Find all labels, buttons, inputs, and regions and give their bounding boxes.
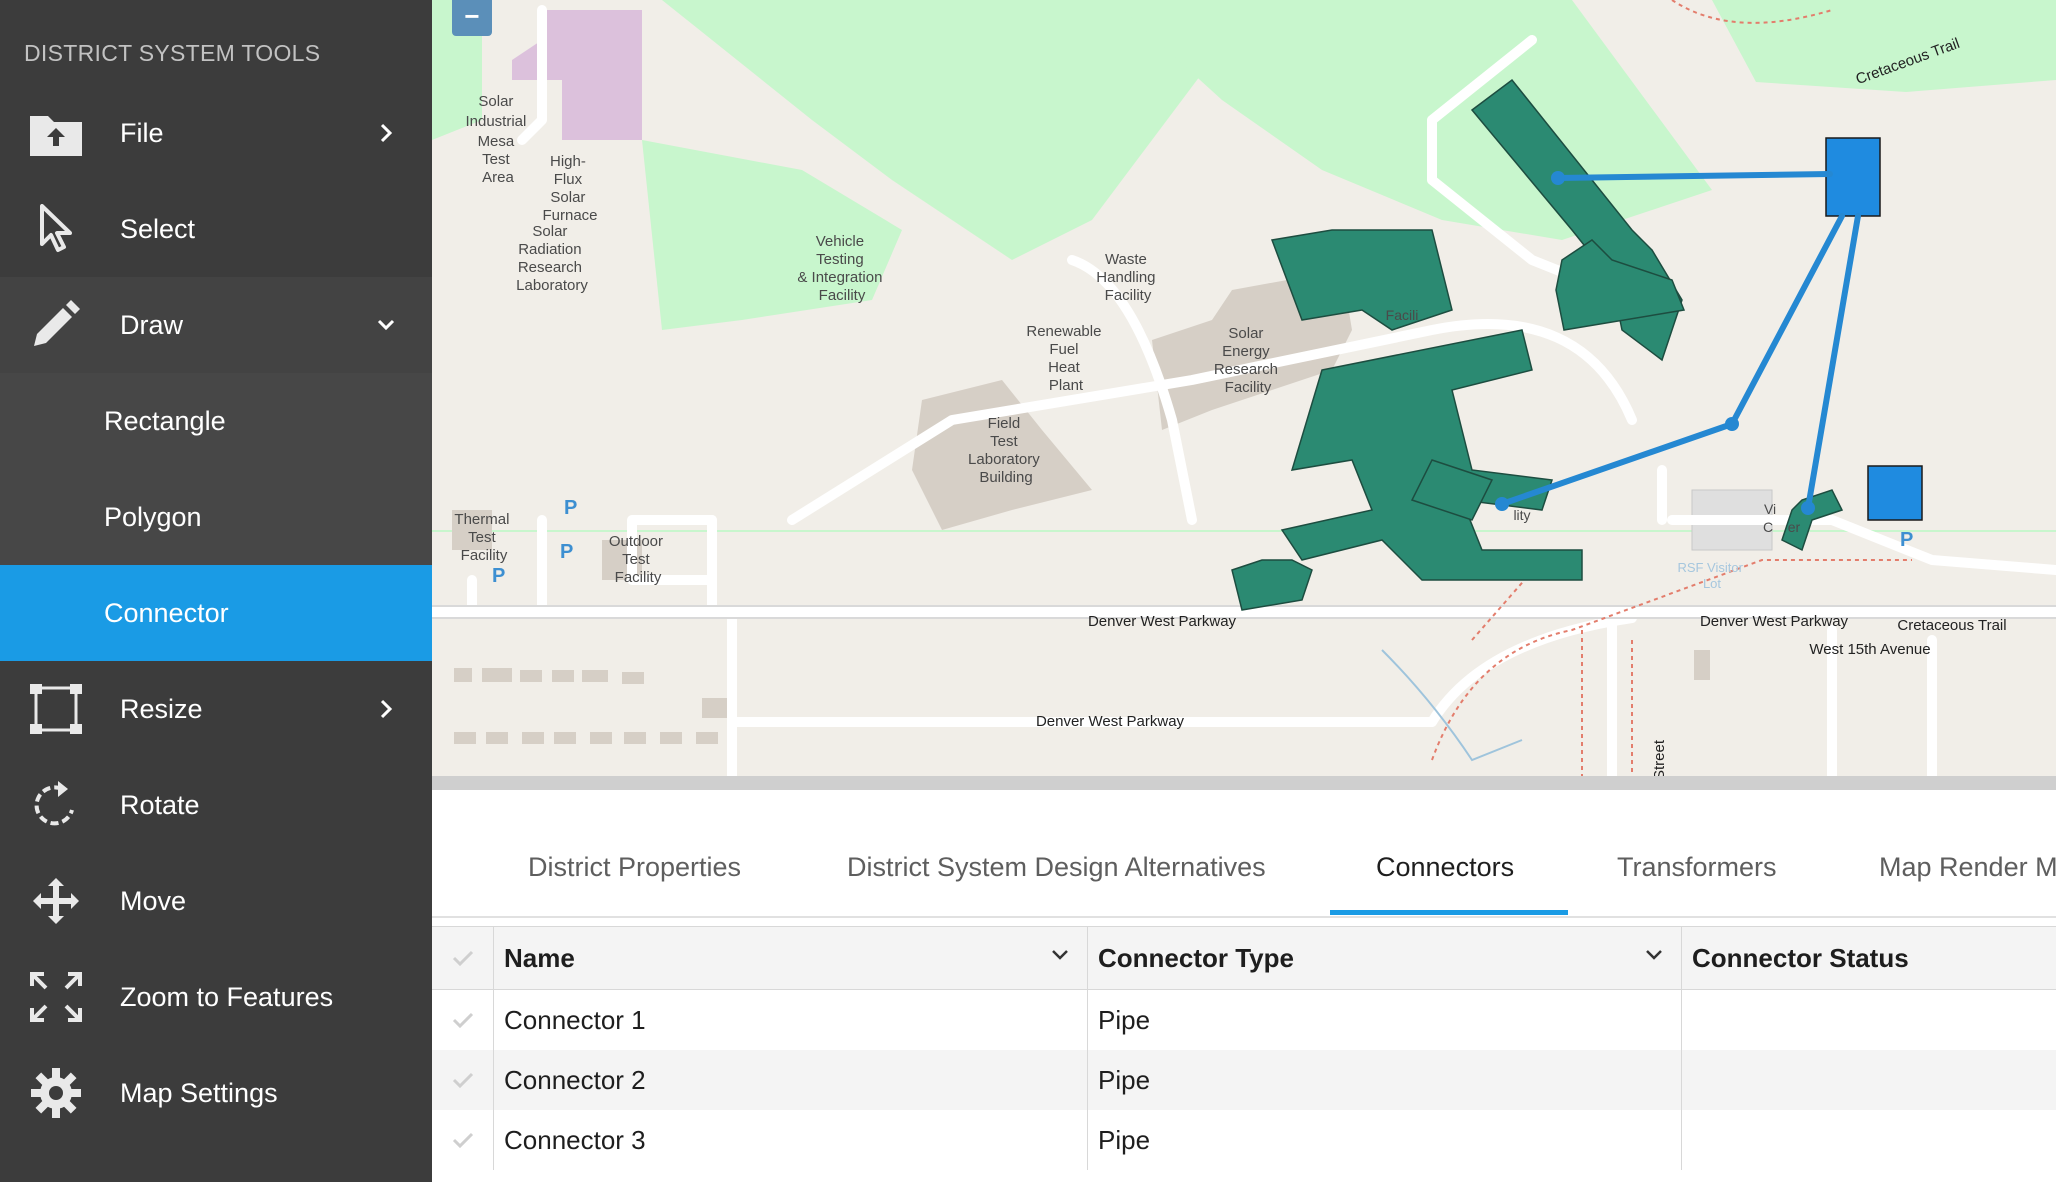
svg-text:P: P [492,565,505,587]
sidebar-item-label: Resize [120,693,203,724]
map-label-renewable: Renewable Fuel Heat Plant [1026,323,1105,394]
map-canvas[interactable]: P P P P Solar Industrial Mesa Test Area … [432,0,2056,776]
zoom-features-icon [30,972,82,1022]
cell-connector-status[interactable] [1682,1110,2056,1170]
map-label-waste: Waste Handling Facility [1096,251,1159,304]
sidebar-item-label: Draw [120,309,184,340]
cell-name[interactable]: Connector 2 [494,1050,1088,1110]
chevron-down-icon[interactable] [1645,949,1663,961]
sidebar-item-draw[interactable]: Draw [0,277,432,373]
stream [1381,649,1523,762]
sidebar-item-label: Rotate [120,789,200,820]
park-area [432,530,2056,532]
table-row[interactable]: Connector 3 Pipe [432,1110,2056,1170]
upload-folder-icon [30,116,82,156]
facility-building [512,10,642,140]
tab-bar: District Properties District System Desi… [432,790,2056,918]
check-icon [452,1132,473,1148]
svg-text:P: P [1900,529,1913,551]
sidebar-item-label: Map Settings [120,1077,278,1108]
sidebar-item-zoom-to-features[interactable]: Zoom to Features [0,949,432,1045]
row-checkbox[interactable] [432,990,494,1050]
sidebar-title: DISTRICT SYSTEM TOOLS [24,40,321,66]
pencil-icon [34,300,80,346]
sidebar-item-connector[interactable]: Connector [0,565,432,661]
cursor-icon [40,204,72,252]
sidebar: DISTRICT SYSTEM TOOLS File Select Draw R… [0,0,432,1182]
sidebar-item-move[interactable]: Move [0,853,432,949]
sidebar-item-map-settings[interactable]: Map Settings [0,1045,432,1141]
map-label-road: West 15th Avenue [1809,641,1930,658]
check-icon [452,1072,473,1088]
sidebar-item-polygon[interactable]: Polygon [0,469,432,565]
map-label-solar-radiation: Solar Radiation Research Laboratory [516,223,588,294]
sidebar-item-label: Zoom to Features [120,981,334,1012]
check-icon [452,950,473,966]
cell-connector-status[interactable] [1682,1050,2056,1110]
chevron-down-icon [377,319,395,331]
cell-name[interactable]: Connector 1 [494,990,1088,1050]
cell-connector-status[interactable] [1682,990,2056,1050]
zoom-out-button[interactable]: − [452,0,492,36]
svg-text:P: P [560,541,573,563]
rotate-icon [34,781,74,826]
map-label-high-flux: High- Flux Solar Furnace [542,153,597,224]
column-header-label: Connector Type [1098,942,1294,973]
row-checkbox[interactable] [432,1050,494,1110]
sidebar-item-label: Move [120,885,187,916]
chevron-right-icon [380,123,393,143]
check-icon [452,1012,473,1028]
sidebar-item-resize[interactable]: Resize [0,661,432,757]
map-label-road: Denver West Parkway [1036,713,1185,730]
map-label-road: Cretaceous Trail [1897,617,2006,634]
table-header-row: Name Connector Type Connector Status [432,926,2056,990]
tab-map-render[interactable]: Map Render M [1879,852,2056,883]
sidebar-item-label: Polygon [104,501,202,532]
column-header-connector-type[interactable]: Connector Type [1088,927,1682,989]
chevron-right-icon [380,699,393,719]
tab-district-properties[interactable]: District Properties [528,852,741,883]
column-header-connector-status[interactable]: Connector Status [1682,927,2056,989]
map-label-rsf-lot: RSF Visitor Lot [1677,560,1746,591]
move-icon [33,878,79,924]
resize-icon [30,684,82,734]
map-view[interactable]: P P P P Solar Industrial Mesa Test Area … [432,0,2056,776]
map-label-road: Street [1651,739,1668,776]
map-label-road: Denver West Parkway [1700,613,1849,630]
sidebar-item-label: Rectangle [104,405,226,436]
map-panel-divider[interactable] [432,776,2056,790]
sidebar-item-select[interactable]: Select [0,181,432,277]
map-label-facility: Facili [1386,307,1419,323]
cell-connector-type[interactable]: Pipe [1088,1110,1682,1170]
table-row[interactable]: Connector 2 Pipe [432,1050,2056,1110]
sidebar-item-label: File [120,117,164,148]
chevron-down-icon[interactable] [1051,949,1069,961]
select-all-checkbox[interactable] [432,927,494,989]
sidebar-item-label: Connector [104,597,229,628]
cell-name[interactable]: Connector 3 [494,1110,1088,1170]
sidebar-item-rectangle[interactable]: Rectangle [0,373,432,469]
bottom-panel: District Properties District System Desi… [432,790,2056,1182]
cell-connector-type[interactable]: Pipe [1088,990,1682,1050]
sidebar-item-file[interactable]: File [0,85,432,181]
svg-text:P: P [564,497,577,519]
table-row[interactable]: Connector 1 Pipe [432,990,2056,1050]
active-tab-indicator [1330,910,1568,915]
map-label-facility: lity [1513,507,1530,523]
transformer-feature[interactable] [1867,465,1923,521]
column-header-label: Connector Status [1692,942,1909,973]
gear-icon [31,1068,81,1118]
tab-transformers[interactable]: Transformers [1617,852,1777,883]
transformer-feature[interactable] [1825,137,1881,217]
tab-district-system-design-alternatives[interactable]: District System Design Alternatives [847,852,1266,883]
column-header-name[interactable]: Name [494,927,1088,989]
map-label-road: Denver West Parkway [1088,613,1237,630]
tab-connectors[interactable]: Connectors [1376,852,1514,883]
cell-connector-type[interactable]: Pipe [1088,1050,1682,1110]
row-checkbox[interactable] [432,1110,494,1170]
sidebar-item-label: Select [120,213,196,244]
sidebar-item-rotate[interactable]: Rotate [0,757,432,853]
column-header-label: Name [504,942,575,973]
park-area [1112,0,1712,240]
